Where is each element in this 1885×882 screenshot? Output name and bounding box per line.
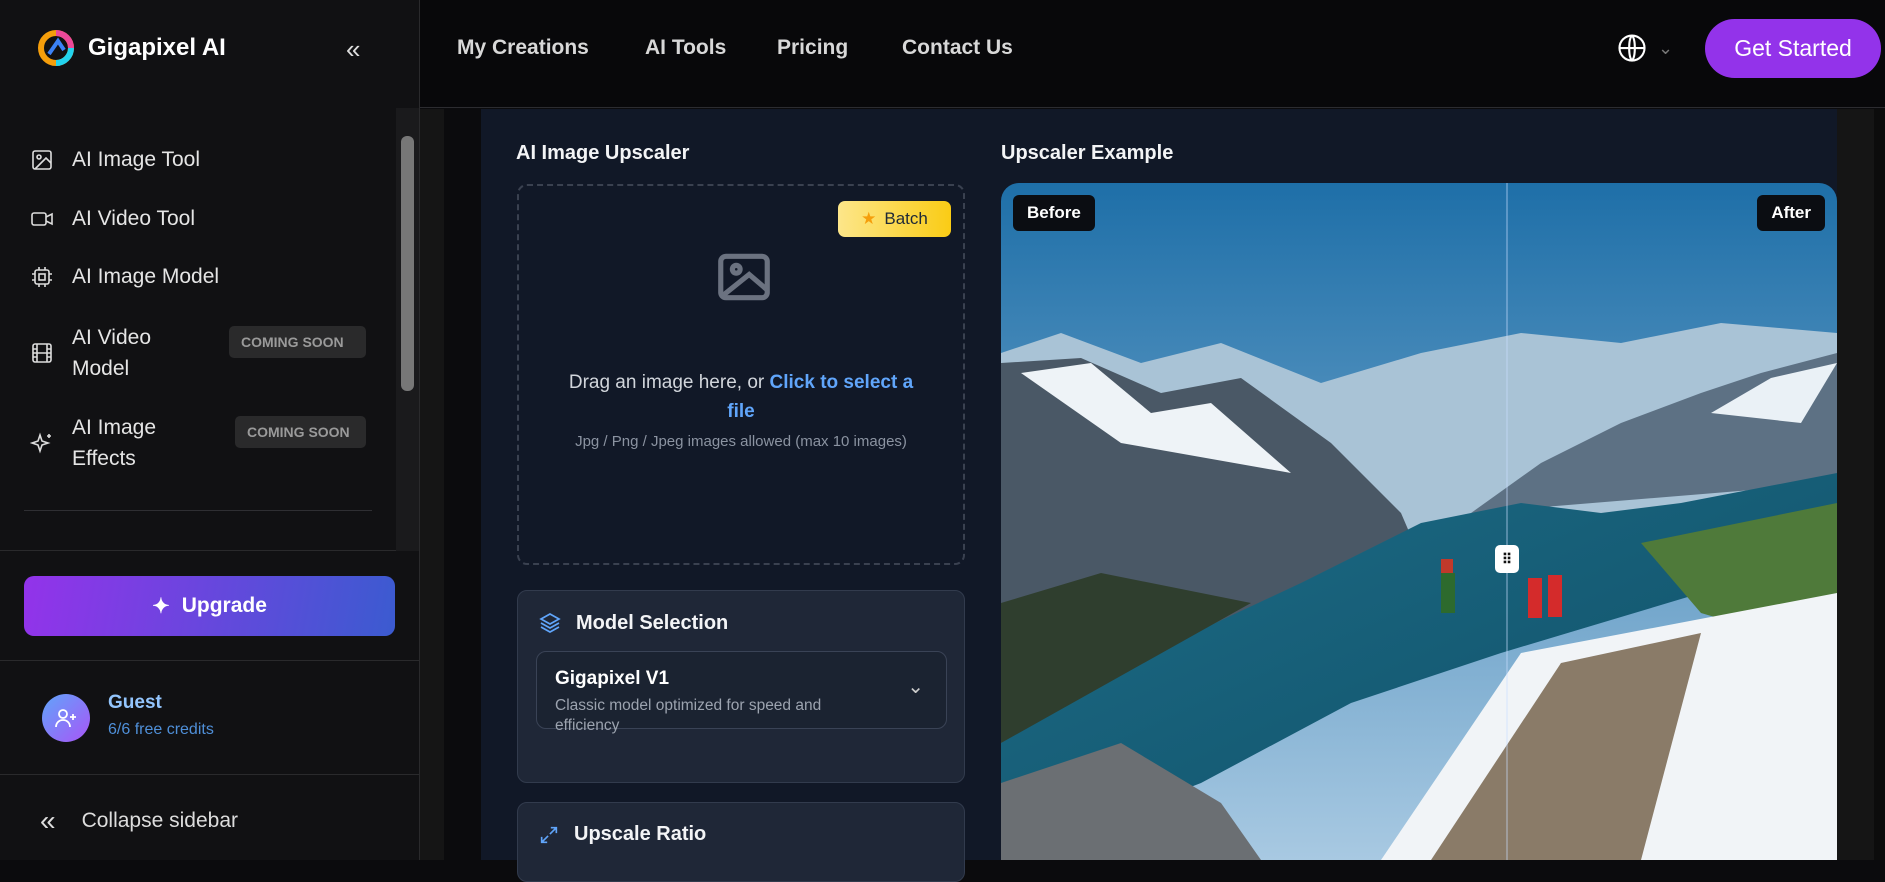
sidebar-item-ai-image-model[interactable]: AI Image Model [30, 265, 219, 289]
sidebar-item-ai-image-tool[interactable]: AI Image Tool [30, 148, 200, 172]
chevrons-left-icon: « [40, 805, 56, 836]
upscale-ratio-card: Upscale Ratio [517, 802, 965, 882]
coming-soon-badge: COMING SOON [235, 416, 366, 448]
chevron-down-icon[interactable]: ⌄ [1658, 38, 1673, 59]
sidebar-nav: AI Image Tool AI Video Tool AI Image Mod… [0, 108, 420, 551]
collapse-sidebar-icon[interactable]: « [346, 34, 360, 65]
selected-model-name: Gigapixel V1 [555, 668, 670, 689]
chip-icon [32, 267, 52, 287]
user-name: Guest [108, 692, 162, 713]
example-title: Upscaler Example [1001, 142, 1174, 164]
user-plus-icon [55, 709, 76, 728]
nav-my-creations[interactable]: My Creations [457, 36, 589, 60]
batch-button[interactable]: ★ Batch [838, 201, 951, 237]
sparkles-icon [30, 432, 51, 454]
comparison-divider[interactable] [1506, 183, 1508, 860]
example-photo [1001, 183, 1837, 860]
selected-model-description: Classic model optimized for speed and ef… [555, 697, 822, 734]
top-header: My Creations AI Tools Pricing Contact Us… [420, 0, 1885, 108]
star-icon: ★ [861, 209, 877, 228]
model-selection-card: Model Selection Gigapixel V1 Classic mod… [517, 590, 965, 783]
drag-handle-icon[interactable]: ⠿ [1495, 545, 1519, 573]
nav-ai-tools[interactable]: AI Tools [645, 36, 726, 60]
sidebar-item-ai-video-tool[interactable]: AI Video Tool [30, 207, 195, 231]
image-icon [32, 150, 52, 170]
sidebar-scrollbar-thumb[interactable] [401, 136, 414, 391]
page-scrollbar[interactable] [1874, 109, 1885, 860]
image-placeholder-icon [718, 253, 770, 301]
file-drop-zone[interactable]: ★ Batch Drag an image here, or Click to … [517, 184, 965, 565]
nav-pricing[interactable]: Pricing [777, 36, 848, 60]
nav-contact-us[interactable]: Contact Us [902, 36, 1013, 60]
user-credits: 6/6 free credits [108, 721, 214, 738]
coming-soon-badge: COMING SOON [229, 326, 366, 358]
logo-icon [38, 30, 74, 66]
before-after-comparison[interactable]: ⠿ Before After [1001, 183, 1837, 860]
layers-icon [539, 613, 561, 633]
sidebar: Gigapixel AI « AI Image Tool AI Video To… [0, 0, 420, 860]
upscaler-title: AI Image Upscaler [516, 142, 690, 164]
after-label: After [1757, 195, 1825, 231]
file-type-hint: Jpg / Png / Jpeg images allowed (max 10 … [575, 433, 907, 450]
before-label: Before [1013, 195, 1095, 231]
video-icon [31, 212, 53, 226]
get-started-button[interactable]: Get Started [1705, 19, 1881, 78]
brand-logo[interactable]: Gigapixel AI [36, 28, 226, 68]
sidebar-divider [24, 510, 372, 511]
divider [0, 660, 420, 661]
divider [0, 774, 420, 775]
collapse-sidebar-button[interactable]: « Collapse sidebar [40, 805, 238, 837]
brand-name: Gigapixel AI [88, 34, 226, 61]
globe-icon[interactable] [1617, 33, 1647, 63]
expand-icon [540, 826, 558, 843]
avatar[interactable] [42, 694, 90, 742]
film-icon [32, 343, 52, 363]
drag-instructions: Drag an image here, or Click to select a… [568, 372, 914, 422]
upgrade-button[interactable]: ✦ Upgrade [24, 576, 395, 636]
page-gutter [420, 109, 444, 860]
chevron-down-icon: ⌄ [907, 676, 924, 698]
model-select[interactable]: Gigapixel V1 Classic model optimized for… [536, 651, 947, 734]
sparkles-icon: ✦ [152, 594, 170, 618]
